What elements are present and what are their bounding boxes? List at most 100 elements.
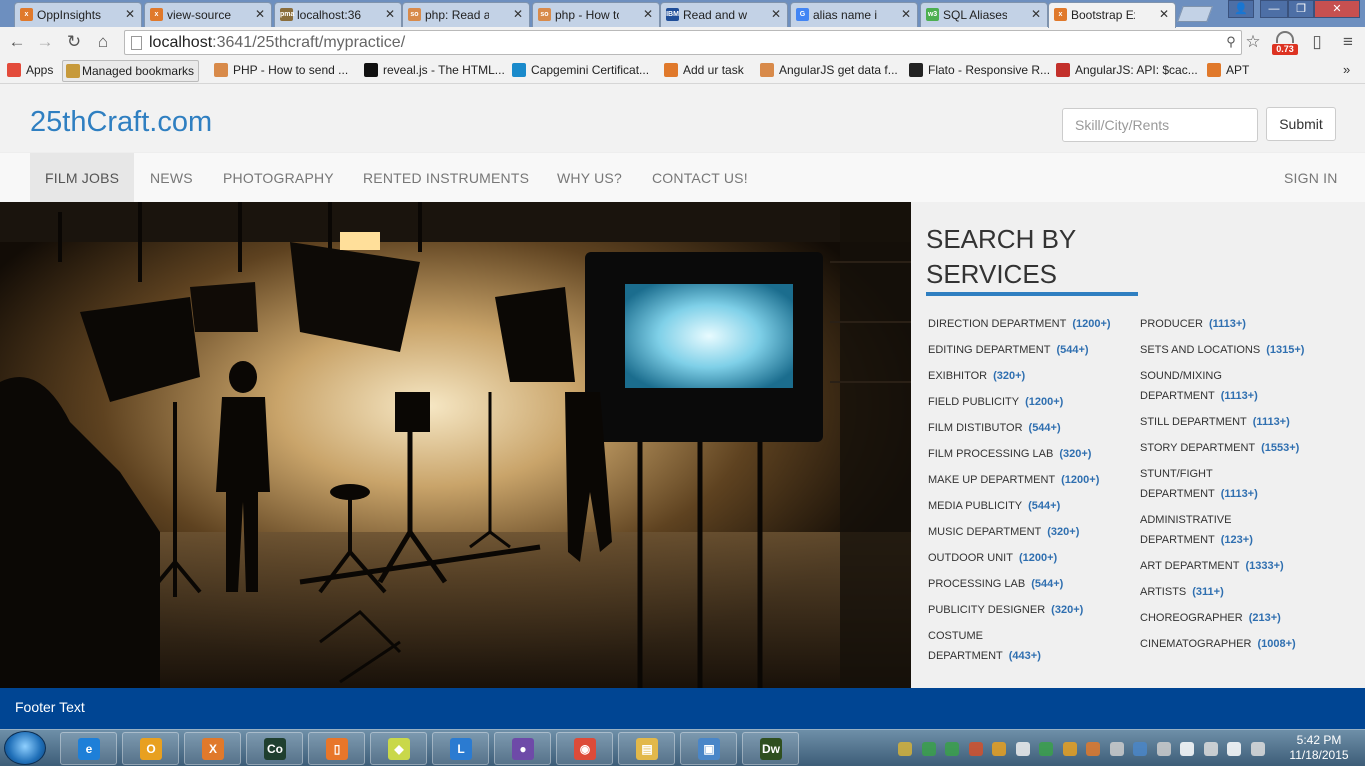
tray-icon[interactable] [1039, 742, 1053, 756]
tray-icon[interactable] [1227, 742, 1241, 756]
tray-icon[interactable] [1015, 742, 1030, 756]
service-link[interactable]: COSTUME DEPARTMENT (443+) [928, 626, 1128, 666]
bookmark-item[interactable]: PHP - How to send ... [214, 62, 348, 80]
browser-tab[interactable]: pmalocalhost:3641 ✕ [274, 2, 402, 27]
tray-icon[interactable] [1156, 742, 1171, 756]
tray-icon[interactable] [898, 742, 912, 756]
tab-close-icon[interactable]: ✕ [385, 7, 395, 21]
tray-icon[interactable] [1133, 742, 1147, 756]
extension-icon[interactable]: ⚲ [1220, 31, 1242, 53]
site-logo[interactable]: 25thCraft.com [30, 106, 212, 139]
service-link[interactable]: CHOREOGRAPHER (213+) [1140, 608, 1340, 628]
tab-close-icon[interactable]: ✕ [1031, 7, 1041, 21]
tray-icon[interactable] [1180, 742, 1194, 756]
tray-icon[interactable] [1203, 742, 1218, 756]
minimize-button[interactable]: — [1260, 0, 1288, 18]
bookmark-item[interactable]: Managed bookmarks [62, 60, 200, 82]
nav-rented-instruments[interactable]: RENTED INSTRUMENTS [348, 153, 544, 203]
tab-close-icon[interactable]: ✕ [255, 7, 265, 21]
taskbar-app-dreamweaver-co[interactable]: Co [246, 732, 303, 765]
browser-tab[interactable]: x Bootstrap Exa ✕ [1048, 2, 1176, 28]
home-icon[interactable]: ⌂ [92, 31, 114, 53]
bookmark-item[interactable]: Capgemini Certificat... [512, 62, 649, 80]
apps-bookmark[interactable]: Apps [7, 62, 53, 80]
back-arrow-icon[interactable]: ← [6, 31, 28, 53]
reload-icon[interactable]: ↻ [63, 31, 85, 53]
browser-tab[interactable]: x OppInsights ✕ [14, 2, 142, 27]
tray-icon[interactable] [945, 742, 959, 756]
nav-photography[interactable]: PHOTOGRAPHY [208, 153, 349, 203]
maximize-button[interactable]: ❐ [1288, 0, 1314, 18]
service-link[interactable]: ADMINISTRATIVE DEPARTMENT (123+) [1140, 510, 1340, 550]
tray-icon[interactable] [1086, 742, 1100, 756]
service-link[interactable]: PRODUCER (1113+) [1140, 314, 1340, 334]
user-icon[interactable]: 👤 [1228, 0, 1254, 18]
browser-tab[interactable]: IBM Read and writ ✕ [660, 2, 788, 27]
tab-close-icon[interactable]: ✕ [901, 7, 911, 21]
taskbar-app-github[interactable]: ● [494, 732, 551, 765]
service-link[interactable]: ART DEPARTMENT (1333+) [1140, 556, 1340, 576]
bookmark-item[interactable]: AngularJS: API: $cac... [1056, 62, 1198, 80]
taskbar-app-xampp[interactable]: X [184, 732, 241, 765]
service-link[interactable]: FILM DISTIBUTOR (544+) [928, 418, 1128, 438]
service-link[interactable]: SOUND/MIXING DEPARTMENT (1113+) [1140, 366, 1340, 406]
tab-close-icon[interactable]: ✕ [1159, 7, 1169, 21]
submit-button[interactable]: Submit [1266, 107, 1336, 141]
service-link[interactable]: STUNT/FIGHT DEPARTMENT (1113+) [1140, 464, 1340, 504]
tab-close-icon[interactable]: ✕ [513, 7, 523, 21]
nav-news[interactable]: NEWS [135, 153, 208, 203]
bookmark-star-icon[interactable]: ☆ [1242, 31, 1264, 53]
service-link[interactable]: STORY DEPARTMENT (1553+) [1140, 438, 1340, 458]
service-link[interactable]: MAKE UP DEPARTMENT (1200+) [928, 470, 1128, 490]
taskbar-app-dreamweaver[interactable]: Dw [742, 732, 799, 765]
bookmark-item[interactable]: Add ur task [664, 62, 744, 80]
address-bar[interactable]: localhost:3641/25thcraft/mypractice/ [124, 30, 1242, 55]
bookmark-item[interactable]: Flato - Responsive R... [909, 62, 1050, 80]
bookmark-item[interactable]: reveal.js - The HTML... [364, 62, 505, 80]
browser-tab[interactable]: w3 SQL Aliases ✕ [920, 2, 1048, 27]
service-link[interactable]: ARTISTS (311+) [1140, 582, 1340, 602]
browser-tab[interactable]: Galias name in ✕ [790, 2, 918, 27]
service-link[interactable]: DIRECTION DEPARTMENT (1200+) [928, 314, 1128, 334]
bookmark-item[interactable]: APT [1207, 62, 1249, 80]
menu-icon[interactable]: ≡ [1337, 31, 1359, 53]
taskbar-app-chrome[interactable]: ◉ [556, 732, 613, 765]
search-input[interactable] [1062, 108, 1258, 142]
service-link[interactable]: STILL DEPARTMENT (1113+) [1140, 412, 1340, 432]
taskbar-app-lync[interactable]: L [432, 732, 489, 765]
tray-icon[interactable] [1250, 742, 1265, 756]
start-button[interactable] [4, 731, 46, 765]
service-link[interactable]: FIELD PUBLICITY (1200+) [928, 392, 1128, 412]
taskbar-app-explorer[interactable]: ▤ [618, 732, 675, 765]
browser-tab[interactable]: x view-source:lo ✕ [144, 2, 272, 27]
taskbar-app-internet-explorer[interactable]: e [60, 732, 117, 765]
tray-icon[interactable] [921, 742, 936, 756]
service-link[interactable]: OUTDOOR UNIT (1200+) [928, 548, 1128, 568]
service-link[interactable]: PUBLICITY DESIGNER (320+) [928, 600, 1128, 620]
taskbar-app-sticky-notes[interactable]: ◆ [370, 732, 427, 765]
service-link[interactable]: EDITING DEPARTMENT (544+) [928, 340, 1128, 360]
taskbar-app-app-orange[interactable]: ▯ [308, 732, 365, 765]
service-link[interactable]: CINEMATOGRAPHER (1008+) [1140, 634, 1340, 654]
tab-close-icon[interactable]: ✕ [771, 7, 781, 21]
tray-icon[interactable] [992, 742, 1006, 756]
forward-arrow-icon[interactable]: → [34, 31, 56, 53]
nav-contact-us[interactable]: CONTACT US! [637, 153, 763, 203]
tray-icon[interactable] [1062, 742, 1077, 756]
tab-close-icon[interactable]: ✕ [125, 7, 135, 21]
mobile-icon[interactable]: ▯ [1306, 31, 1328, 53]
bookmark-item[interactable]: AngularJS get data f... [760, 62, 898, 80]
service-link[interactable]: MEDIA PUBLICITY (544+) [928, 496, 1128, 516]
nav-why-us[interactable]: WHY US? [542, 153, 637, 203]
browser-tab[interactable]: so php: Read and ✕ [402, 2, 530, 27]
close-window-button[interactable]: ✕ [1314, 0, 1360, 18]
service-link[interactable]: SETS AND LOCATIONS (1315+) [1140, 340, 1340, 360]
tray-icon[interactable] [968, 742, 983, 756]
browser-tab[interactable]: so php - How to ✕ [532, 2, 660, 27]
service-link[interactable]: EXIBHITOR (320+) [928, 366, 1128, 386]
clock[interactable]: 5:42 PM 11/18/2015 [1284, 733, 1354, 763]
service-link[interactable]: FILM PROCESSING LAB (320+) [928, 444, 1128, 464]
nav-film-jobs[interactable]: FILM JOBS [30, 153, 135, 203]
nav-sign-in[interactable]: SIGN IN [1269, 153, 1353, 203]
taskbar-app-outlook[interactable]: O [122, 732, 179, 765]
